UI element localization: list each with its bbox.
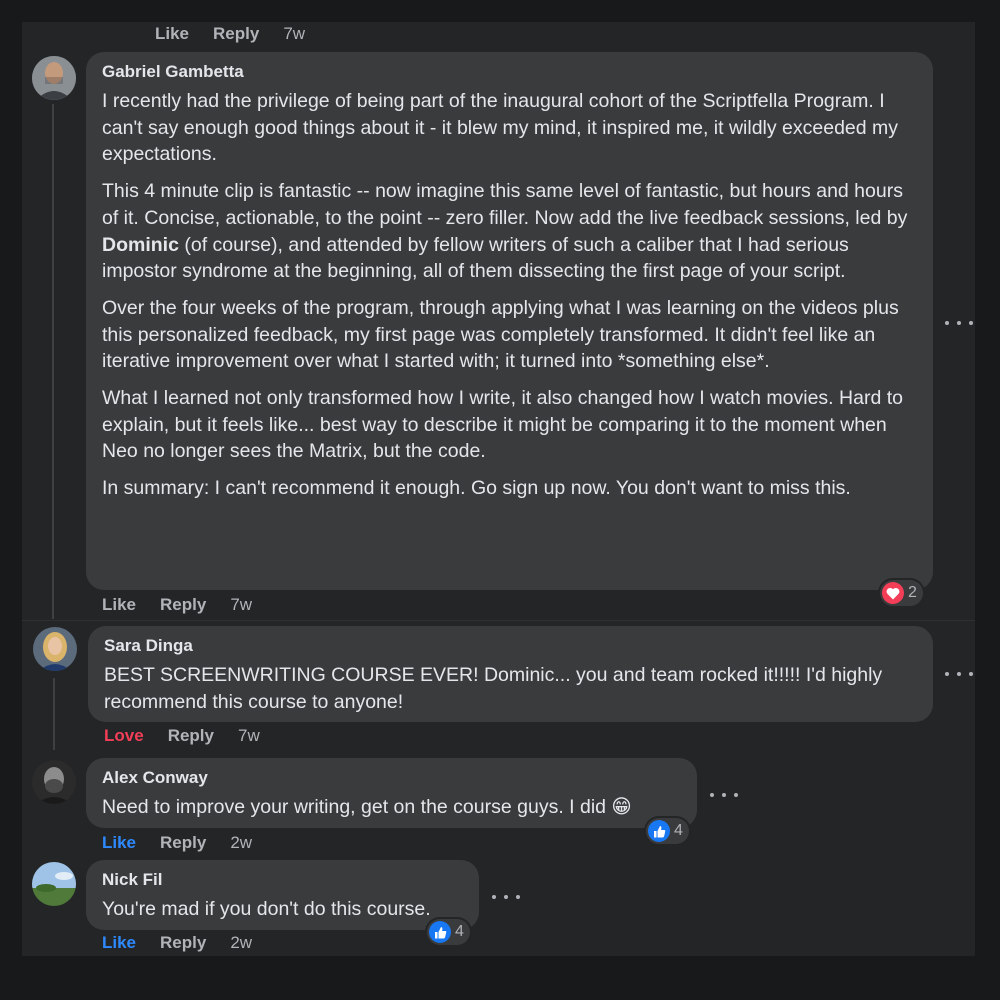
comment-text: You're mad if you don't do this course. xyxy=(102,898,431,920)
reaction-count[interactable]: 4 xyxy=(646,818,689,844)
more-options-icon[interactable] xyxy=(945,669,973,679)
reply-button[interactable]: Reply xyxy=(160,833,206,853)
comment-text: Need to improve your writing, get on the… xyxy=(102,796,632,818)
reaction-count[interactable]: 4 xyxy=(427,919,470,945)
reaction-number: 4 xyxy=(674,822,683,839)
timestamp[interactable]: 7w xyxy=(283,24,305,44)
comment-author[interactable]: Alex Conway xyxy=(102,768,681,788)
comment-paragraph: Over the four weeks of the program, thro… xyxy=(102,296,899,373)
more-options-icon[interactable] xyxy=(945,318,973,328)
thread-line xyxy=(53,678,55,750)
thread-line xyxy=(52,104,54,619)
timestamp[interactable]: 7w xyxy=(230,595,252,615)
avatar[interactable] xyxy=(33,627,77,671)
text-fragment: (of course), and attended by fellow writ… xyxy=(102,233,849,283)
like-button[interactable]: Like xyxy=(102,595,136,615)
reply-button[interactable]: Reply xyxy=(160,933,206,953)
reaction-number: 4 xyxy=(455,923,464,940)
comment-author[interactable]: Gabriel Gambetta xyxy=(102,62,917,82)
timestamp[interactable]: 2w xyxy=(230,933,252,953)
reply-button[interactable]: Reply xyxy=(213,24,259,44)
comment-bubble: Sara Dinga BEST SCREENWRITING COURSE EVE… xyxy=(88,626,933,722)
comment-bubble: Alex Conway Need to improve your writing… xyxy=(86,758,697,828)
comment-paragraph: In summary: I can't recommend it enough.… xyxy=(102,477,851,500)
thumbs-up-icon xyxy=(429,921,451,943)
comment-actions: Like Reply 7w xyxy=(155,24,329,44)
comment-actions: Like Reply 2w xyxy=(102,933,276,953)
more-options-icon[interactable] xyxy=(492,892,520,902)
like-button[interactable]: Like xyxy=(102,933,136,953)
timestamp[interactable]: 2w xyxy=(230,833,252,853)
comment-author[interactable]: Nick Fil xyxy=(102,870,463,890)
reply-button[interactable]: Reply xyxy=(168,726,214,746)
text-fragment: This 4 minute clip is fantastic -- now i… xyxy=(102,180,908,229)
like-button[interactable]: Like xyxy=(155,24,189,44)
reaction-number: 2 xyxy=(908,584,917,601)
comment-paragraph: What I learned not only transformed how … xyxy=(102,387,903,463)
comment-author[interactable]: Sara Dinga xyxy=(104,636,917,656)
like-button[interactable]: Like xyxy=(102,833,136,853)
mention-link[interactable]: Dominic xyxy=(102,234,179,256)
comments-panel: Like Reply 7w Gabriel Gambetta I recentl… xyxy=(22,22,975,956)
avatar[interactable] xyxy=(32,862,76,906)
comment-paragraph: This 4 minute clip is fantastic -- now i… xyxy=(102,178,917,285)
comment-text: I recently had the privilege of being pa… xyxy=(102,88,917,502)
timestamp[interactable]: 7w xyxy=(238,726,260,746)
comment-bubble: Gabriel Gambetta I recently had the priv… xyxy=(86,52,933,590)
avatar[interactable] xyxy=(32,760,76,804)
reaction-count[interactable]: 2 xyxy=(880,580,923,606)
reply-button[interactable]: Reply xyxy=(160,595,206,615)
thumbs-up-icon xyxy=(648,820,670,842)
divider xyxy=(22,620,975,621)
comment-paragraph: I recently had the privilege of being pa… xyxy=(102,90,899,166)
avatar[interactable] xyxy=(32,56,76,100)
love-button[interactable]: Love xyxy=(104,726,144,746)
comment-actions: Like Reply 7w xyxy=(102,595,276,615)
comment-text: BEST SCREENWRITING COURSE EVER! Dominic.… xyxy=(104,664,883,713)
comment-actions: Love Reply 7w xyxy=(104,726,284,746)
comment-bubble: Nick Fil You're mad if you don't do this… xyxy=(86,860,479,930)
comment-actions: Like Reply 2w xyxy=(102,833,276,853)
more-options-icon[interactable] xyxy=(710,790,738,800)
heart-icon xyxy=(882,582,904,604)
